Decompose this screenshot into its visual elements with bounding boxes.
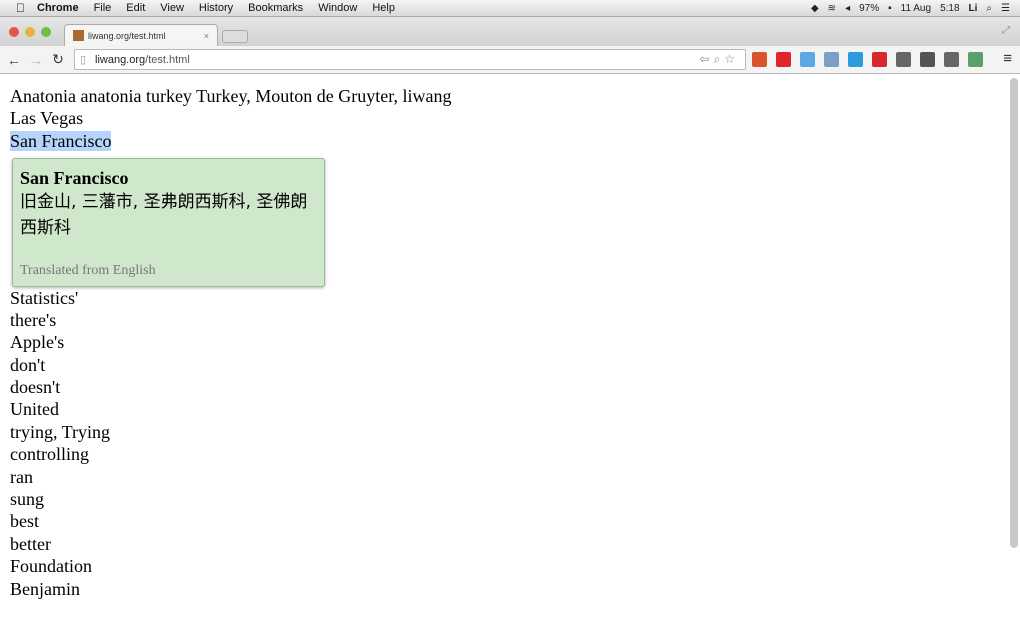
spotlight-icon[interactable]: ⌕ (986, 3, 992, 14)
menu-app[interactable]: Chrome (37, 2, 79, 14)
apple-icon[interactable]:  (16, 1, 25, 15)
translation-popup: San Francisco 旧金山, 三藩市, 圣弗朗西斯科, 圣佛朗西斯科 T… (12, 158, 325, 287)
fullscreen-icon[interactable]: ⤢ (1002, 25, 1010, 36)
wifi-icon[interactable]: ≋ (828, 3, 836, 14)
line-text: best (10, 511, 39, 532)
status-area: ◆ ≋ ◂ 97% ▪ 11 Aug 5:18 Li ⌕ ☰ (811, 0, 1010, 17)
extension-icon[interactable] (920, 52, 935, 67)
battery-text[interactable]: 97% (859, 3, 879, 14)
extension-icon[interactable] (896, 52, 911, 67)
line-text: Anatonia anatonia turkey Turkey, Mouton … (10, 86, 452, 106)
text-line: better (10, 533, 998, 555)
text-line: Anatonia anatonia turkey Turkey, Mouton … (10, 85, 998, 107)
text-line: best (10, 510, 998, 532)
time-text[interactable]: 5:18 (940, 3, 959, 14)
extension-icon[interactable] (944, 52, 959, 67)
menu-window[interactable]: Window (318, 2, 357, 14)
line-text: there's (10, 309, 57, 330)
line-text: United (10, 399, 59, 420)
chrome-menu-icon[interactable]: ≡ (1003, 50, 1012, 67)
text-line: sung (10, 488, 998, 510)
scrollbar[interactable] (1010, 78, 1018, 548)
text-line: Statistics' (10, 287, 998, 309)
reload-icon[interactable]: ↻ (47, 51, 69, 68)
line-text: sung (10, 489, 45, 510)
text-line: ran (10, 466, 998, 488)
extension-icon[interactable] (776, 52, 791, 67)
forward-icon[interactable]: → (25, 52, 47, 68)
date-text[interactable]: 11 Aug (901, 3, 931, 14)
popup-term: San Francisco (20, 168, 129, 188)
page-icon: ▯ (80, 54, 87, 66)
menu-view[interactable]: View (160, 2, 184, 14)
address-bar[interactable]: ▯ liwang.org/test.html ⇦⌕☆ (74, 49, 746, 70)
menu-help[interactable]: Help (372, 2, 395, 14)
extension-icon[interactable] (824, 52, 839, 67)
tab-active[interactable]: liwang.org/test.html × (64, 24, 218, 46)
line-text: Apple's (10, 332, 65, 353)
close-tab-icon[interactable]: × (204, 31, 209, 41)
url-path: /test.html (145, 53, 190, 66)
favicon-icon (73, 30, 84, 41)
text-line: United (10, 398, 998, 420)
zoom-window-button[interactable] (41, 27, 51, 37)
text-line: controlling (10, 443, 998, 465)
tab-title: liwang.org/test.html (88, 30, 166, 41)
text-line: doesn't (10, 376, 998, 398)
text-line: Las Vegas (10, 107, 998, 129)
menu-edit[interactable]: Edit (126, 2, 145, 14)
line-text: Statistics' (10, 287, 79, 308)
browser-toolbar: ← → ↻ ▯ liwang.org/test.html ⇦⌕☆ ≡ (0, 46, 1020, 74)
flag-icon[interactable]: ▪ (888, 3, 892, 14)
text-line: there's (10, 309, 998, 331)
extensions-bar (752, 52, 983, 67)
url-domain: liwang.org (95, 53, 146, 66)
line-text: Las Vegas (10, 108, 84, 129)
new-tab-button[interactable] (222, 30, 248, 43)
dropbox-icon[interactable]: ◆ (811, 3, 819, 14)
popup-translation: 旧金山, 三藩市, 圣弗朗西斯科, 圣佛朗西斯科 (20, 192, 308, 238)
back-icon[interactable]: ← (3, 52, 25, 68)
star-icon[interactable]: ☆ (724, 52, 739, 66)
line-text: doesn't (10, 377, 61, 398)
minimize-window-button[interactable] (25, 27, 35, 37)
text-line: Foundation (10, 555, 998, 577)
line-text: controlling (10, 444, 89, 465)
text-line: Apple's (10, 331, 998, 353)
text-line: Benjamin (10, 578, 998, 600)
line-text: trying, Trying (10, 421, 111, 442)
extension-icon[interactable] (800, 52, 815, 67)
extension-icon[interactable] (968, 52, 983, 67)
line-text: Benjamin (10, 578, 80, 599)
text-line: don't (10, 354, 998, 376)
volume-icon[interactable]: ◂ (845, 3, 850, 14)
line-text: Foundation (10, 556, 93, 577)
mac-menubar:  Chrome File Edit View History Bookmark… (0, 0, 1020, 17)
line-text: better (10, 533, 51, 554)
text-line: San Francisco (10, 130, 998, 152)
close-window-button[interactable] (9, 27, 19, 37)
extension-icon[interactable] (752, 52, 767, 67)
line-text: don't (10, 354, 46, 375)
menu-file[interactable]: File (94, 2, 112, 14)
extension-icon[interactable] (848, 52, 863, 67)
translate-icon[interactable]: ⇦ (699, 52, 713, 66)
text-line: trying, Trying (10, 421, 998, 443)
menu-history[interactable]: History (199, 2, 233, 14)
tab-strip: liwang.org/test.html × ⤢ (0, 17, 1020, 46)
selected-text: San Francisco (10, 130, 112, 151)
user-text[interactable]: Li (969, 3, 978, 14)
notifications-icon[interactable]: ☰ (1001, 3, 1010, 14)
zoom-icon[interactable]: ⌕ (714, 52, 725, 66)
popup-footer: Translated from English (20, 263, 156, 278)
extension-icon[interactable] (872, 52, 887, 67)
line-text: ran (10, 466, 33, 487)
menu-bookmarks[interactable]: Bookmarks (248, 2, 303, 14)
